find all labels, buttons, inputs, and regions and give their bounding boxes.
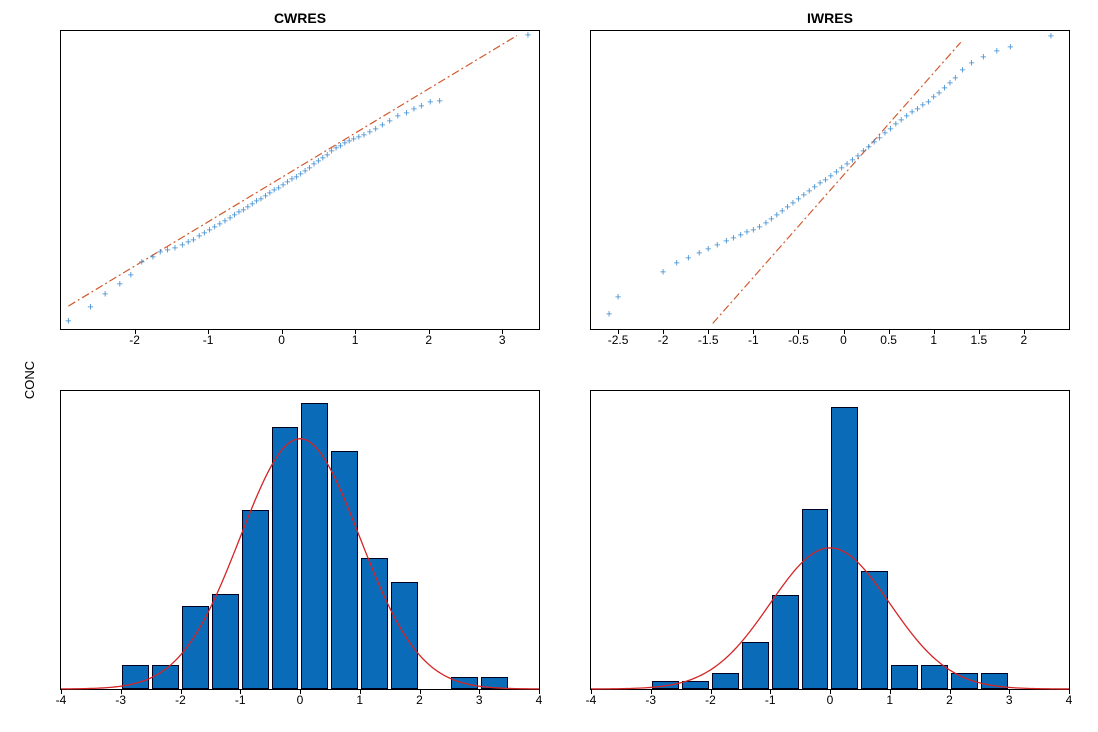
x-tick-label: 1.5 bbox=[970, 333, 987, 347]
x-tick-label: -1.5 bbox=[698, 333, 719, 347]
x-tick-label: 4 bbox=[536, 693, 543, 707]
x-tick-label: -0.5 bbox=[788, 333, 809, 347]
x-tick-label: -2 bbox=[129, 333, 140, 347]
x-tick-label: -1 bbox=[235, 693, 246, 707]
panel-title-cwres: CWRES bbox=[60, 10, 540, 26]
x-tick-label: 2 bbox=[416, 693, 423, 707]
panel-cwres-qq: CWRES ++++++++++++++++++++++++++++++++++… bbox=[60, 30, 540, 330]
plot-area: ++++++++++++++++++++++++++++++++++++++++… bbox=[60, 30, 540, 330]
x-tick-label: -4 bbox=[586, 693, 597, 707]
x-tick-label: 0 bbox=[827, 693, 834, 707]
x-tick-label: 3 bbox=[499, 333, 506, 347]
x-tick-label: 3 bbox=[1006, 693, 1013, 707]
x-tick-label: 3 bbox=[476, 693, 483, 707]
x-tick-label: 2 bbox=[946, 693, 953, 707]
figure: CONC CWRES +++++++++++++++++++++++++++++… bbox=[0, 0, 1098, 732]
x-tick-label: -1 bbox=[748, 333, 759, 347]
panel-cwres-hist: -4-3-2-101234 bbox=[60, 390, 540, 690]
plot-area: -4-3-2-101234 bbox=[590, 390, 1070, 690]
plot-area: -4-3-2-101234 bbox=[60, 390, 540, 690]
x-tick-label: 1 bbox=[352, 333, 359, 347]
x-tick-label: -2.5 bbox=[608, 333, 629, 347]
x-tick-label: -2 bbox=[658, 333, 669, 347]
plot-area: ++++++++++++++++++++++++++++++++++++++++… bbox=[590, 30, 1070, 330]
x-tick-label: -4 bbox=[56, 693, 67, 707]
x-tick-label: 0 bbox=[297, 693, 304, 707]
x-tick-label: 0 bbox=[278, 333, 285, 347]
x-tick-label: 2 bbox=[425, 333, 432, 347]
x-tick-label: 0.5 bbox=[880, 333, 897, 347]
x-tick-label: -1 bbox=[765, 693, 776, 707]
x-tick-label: 1 bbox=[356, 693, 363, 707]
x-tick-label: 1 bbox=[886, 693, 893, 707]
x-tick-label: 0 bbox=[840, 333, 847, 347]
x-tick-label: 2 bbox=[1021, 333, 1028, 347]
x-tick-label: 4 bbox=[1066, 693, 1073, 707]
x-tick-label: -3 bbox=[645, 693, 656, 707]
panel-iwres-hist: -4-3-2-101234 bbox=[590, 390, 1070, 690]
ylabel-conc: CONC bbox=[22, 361, 37, 399]
panel-title-iwres: IWRES bbox=[590, 10, 1070, 26]
x-tick-label: 1 bbox=[930, 333, 937, 347]
panel-iwres-qq: IWRES ++++++++++++++++++++++++++++++++++… bbox=[590, 30, 1070, 330]
x-tick-label: -3 bbox=[115, 693, 126, 707]
x-tick-label: -1 bbox=[203, 333, 214, 347]
x-tick-label: -2 bbox=[175, 693, 186, 707]
x-tick-label: -2 bbox=[705, 693, 716, 707]
